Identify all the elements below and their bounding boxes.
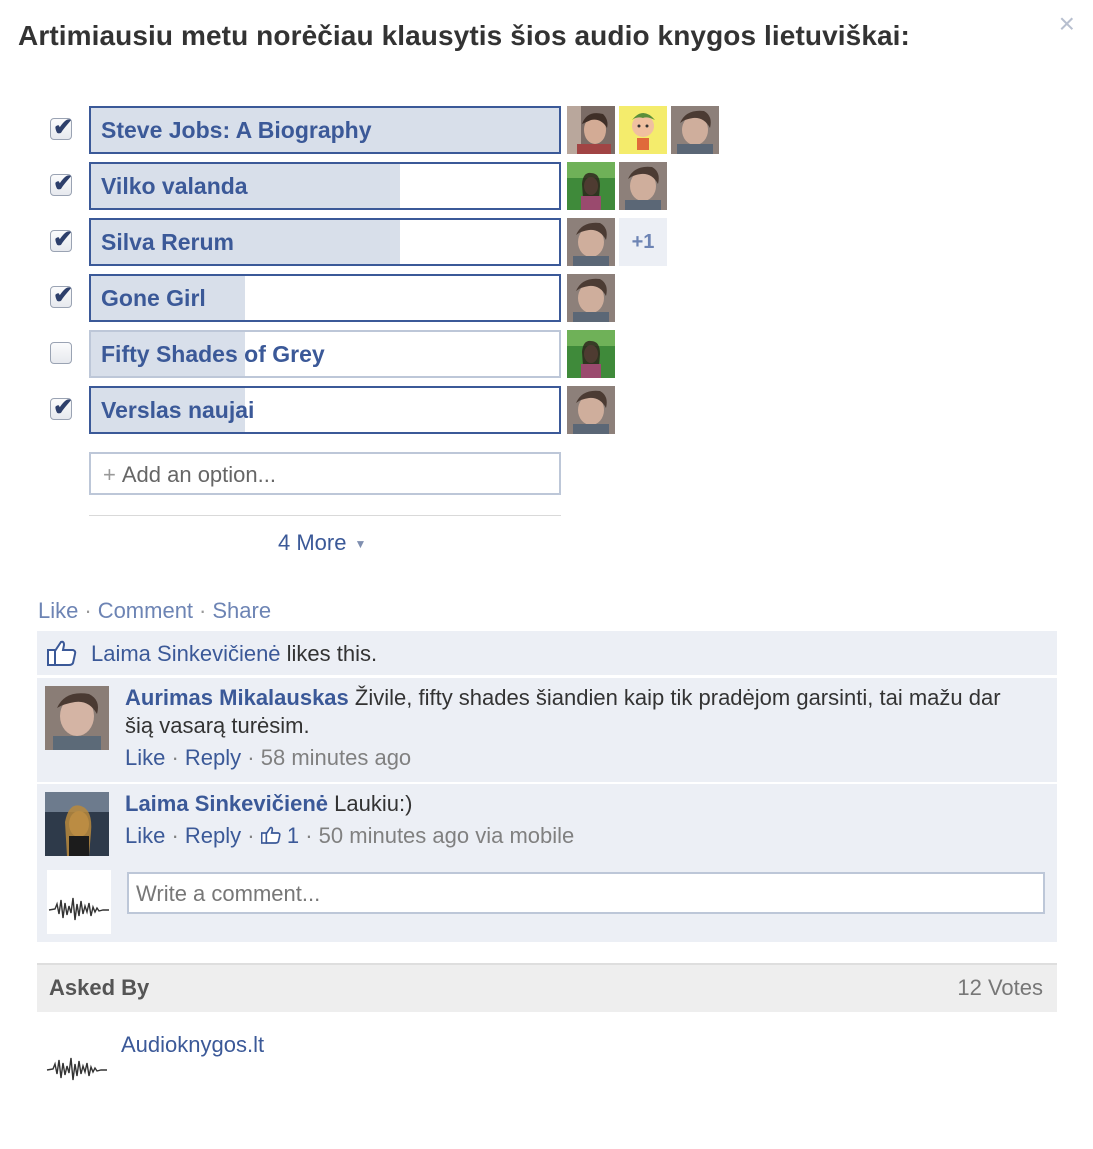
voter-avatar[interactable] [567, 218, 615, 266]
option-bar[interactable]: Verslas naujai [89, 386, 561, 434]
comment-meta: Like · Reply · 1 · 50 minutes ago via mo… [125, 823, 575, 848]
liker-name-link[interactable]: Laima Sinkevičienė [91, 641, 281, 666]
add-option-label: Add an option... [121, 462, 276, 487]
share-link[interactable]: Share [212, 598, 271, 623]
plus-icon: + [103, 462, 116, 487]
commenter-avatar[interactable] [45, 686, 109, 750]
checkmark-icon: ✔ [53, 282, 74, 309]
write-comment-row: Write a comment... [37, 866, 1057, 942]
option-bar[interactable]: Steve Jobs: A Biography [89, 106, 561, 154]
commenter-avatar[interactable] [45, 792, 109, 856]
post-actions: Like · Comment · Share [38, 598, 271, 624]
comment-body: Aurimas Mikalauskas Živile, fifty shades… [125, 684, 1017, 772]
option-label: Gone Girl [101, 285, 206, 311]
divider [89, 515, 561, 516]
comment-likes-count[interactable]: 1 [287, 823, 299, 848]
poll-question: Artimiausiu metu norėčiau klausytis šios… [18, 20, 910, 51]
checkmark-icon: ✔ [53, 114, 74, 141]
page-avatar[interactable] [45, 1030, 109, 1094]
option-bar[interactable]: Fifty Shades of Grey [89, 330, 561, 378]
more-voters-badge[interactable]: +1 [619, 218, 667, 266]
voter-avatar[interactable] [619, 162, 667, 210]
option-bar[interactable]: Vilko valanda [89, 162, 561, 210]
asked-by-header: Asked By 12 Votes [37, 963, 1057, 1012]
option-label: Vilko valanda [101, 173, 248, 199]
option-bar[interactable]: Gone Girl [89, 274, 561, 322]
comment-text: Laukiu:) [334, 791, 413, 816]
votes-count[interactable]: 12 Votes [957, 975, 1043, 1001]
comment-link[interactable]: Comment [98, 598, 193, 623]
likes-summary: Laima Sinkevičienė likes this. [37, 631, 1057, 675]
option-checkbox[interactable]: ✔ [50, 226, 73, 253]
option-label: Silva Rerum [101, 229, 234, 255]
option-checkbox[interactable]: ✔ [50, 282, 73, 309]
voter-avatar[interactable] [567, 330, 615, 378]
checkmark-icon: ✔ [53, 394, 74, 421]
option-bar[interactable]: Silva Rerum [89, 218, 561, 266]
comment-input[interactable]: Write a comment... [127, 872, 1045, 914]
option-label: Verslas naujai [101, 397, 255, 423]
voter-avatars: +1 [567, 218, 667, 266]
voter-avatar[interactable] [619, 106, 667, 154]
voter-avatar[interactable] [567, 162, 615, 210]
comment-like-link[interactable]: Like [125, 745, 165, 770]
likes-text: Laima Sinkevičienė likes this. [91, 641, 377, 667]
asked-by-label: Asked By [49, 975, 150, 1000]
comment-reply-link[interactable]: Reply [185, 823, 241, 848]
voter-avatar[interactable] [567, 386, 615, 434]
option-checkbox[interactable] [50, 342, 72, 364]
option-label: Steve Jobs: A Biography [101, 117, 372, 143]
option-checkbox[interactable]: ✔ [50, 394, 73, 421]
likes-suffix: likes this. [280, 641, 378, 666]
voter-avatars [567, 274, 615, 322]
voter-avatar[interactable] [671, 106, 719, 154]
thumbs-up-icon [260, 826, 281, 844]
checkmark-icon: ✔ [53, 226, 74, 253]
voter-avatars [567, 162, 667, 210]
comment-reply-link[interactable]: Reply [185, 745, 241, 770]
option-checkbox[interactable]: ✔ [50, 114, 73, 141]
comment-item: Laima Sinkevičienė Laukiu:) Like · Reply… [37, 782, 1057, 868]
close-icon[interactable]: × [1059, 10, 1075, 38]
comment-timestamp: 50 minutes ago via mobile [318, 823, 575, 848]
page-avatar [47, 870, 111, 934]
more-options-button[interactable]: 4 More ▼ [278, 530, 366, 556]
comment-body: Laima Sinkevičienė Laukiu:) Like · Reply… [125, 790, 1017, 850]
voter-avatars [567, 106, 719, 154]
chevron-down-icon: ▼ [354, 537, 367, 552]
option-label: Fifty Shades of Grey [101, 341, 325, 367]
voter-avatar[interactable] [567, 274, 615, 322]
voter-avatars [567, 330, 615, 378]
asker-page-link[interactable]: Audioknygos.lt [121, 1032, 264, 1058]
more-label: 4 More [278, 530, 347, 555]
add-option-input[interactable]: + Add an option... [89, 452, 561, 495]
comment-author-link[interactable]: Laima Sinkevičienė [125, 791, 328, 816]
comment-author-link[interactable]: Aurimas Mikalauskas [125, 685, 349, 710]
separator-dot: · [199, 598, 207, 623]
voter-avatars [567, 386, 615, 434]
comment-item: Aurimas Mikalauskas Živile, fifty shades… [37, 676, 1057, 782]
option-checkbox[interactable]: ✔ [50, 170, 73, 197]
voter-avatar[interactable] [567, 106, 615, 154]
comment-timestamp: 58 minutes ago [260, 745, 412, 770]
like-link[interactable]: Like [38, 598, 78, 623]
thumbs-up-icon [47, 640, 77, 666]
checkmark-icon: ✔ [53, 170, 74, 197]
separator-dot: · [84, 598, 92, 623]
comment-meta: Like · Reply · 58 minutes ago [125, 745, 412, 770]
comment-like-link[interactable]: Like [125, 823, 165, 848]
